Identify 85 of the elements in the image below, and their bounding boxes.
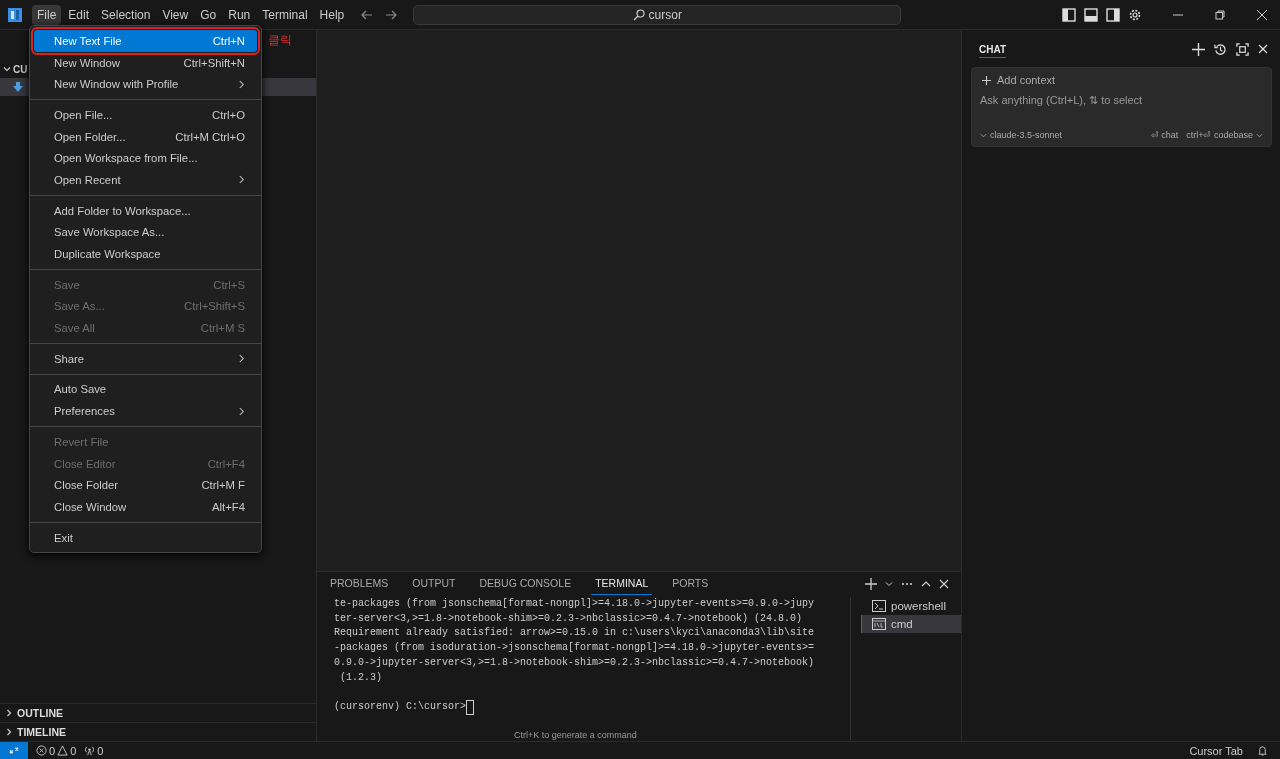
menu-entry[interactable]: Close Folder Ctrl+M F [34, 474, 257, 497]
panel-tab[interactable]: OUTPUT [408, 572, 460, 595]
section-title: TIMELINE [17, 726, 66, 738]
panel-toggle-icon[interactable] [1084, 7, 1098, 22]
terminal-line: Requirement already satisfied: arrow>=0.15.0 in c:\users\kyci\anaconda3\lib\site [334, 626, 816, 641]
restore-icon[interactable] [1214, 8, 1226, 21]
add-context-button[interactable]: Add context [980, 74, 1056, 86]
history-icon[interactable] [1214, 42, 1227, 56]
model-selector[interactable]: claude-3.5-sonnet [980, 130, 1063, 140]
terminal-line: te-packages (from jsonschema[format-nongpl]>=4.18.0->jupyter-events>=0.9.0->jupy [334, 597, 816, 611]
menu-entry[interactable]: Open File... Ctrl+O [34, 104, 257, 126]
collapsed-section[interactable]: OUTLINE [0, 703, 316, 722]
menu-item[interactable]: File [32, 4, 62, 25]
cursor-tab-status[interactable]: Cursor Tab [1189, 744, 1243, 757]
problems-status[interactable]: 0 0 [36, 744, 77, 757]
menu-entry[interactable]: Open Recent [34, 169, 257, 191]
menu-entry[interactable]: Preferences [34, 400, 257, 422]
menu-entry[interactable]: Share [34, 347, 257, 370]
app-logo-icon [8, 7, 22, 22]
panel-tab[interactable]: TERMINAL [591, 572, 653, 595]
plus-icon[interactable] [865, 577, 877, 590]
search-field[interactable]: cursor [413, 4, 902, 25]
terminal-item[interactable]: cmd [861, 615, 961, 633]
remote-button[interactable] [0, 742, 28, 759]
terminal-icon [872, 600, 886, 612]
caret-icon [1256, 131, 1263, 139]
terminal-line: (1.2.3) [339, 670, 383, 685]
panel-tab[interactable]: PROBLEMS [326, 572, 393, 595]
menu-entry[interactable]: New Window Ctrl+Shift+N [34, 51, 257, 74]
terminal-item[interactable]: powershell [861, 597, 961, 615]
menu-entry[interactable]: Open Workspace from File... [34, 147, 257, 170]
broadcast-icon [84, 745, 96, 756]
menu-entry[interactable]: Save Workspace As... [34, 221, 257, 244]
caret-icon[interactable] [885, 579, 893, 588]
chat-input-box[interactable]: Add context Ask anything (Ctrl+L), ⇅ to select claude-3.5-sonnet ⏎ chat ctrl+⏎ codebase [971, 67, 1272, 147]
menu-item[interactable]: Terminal [257, 4, 313, 25]
terminal-line: -packages (from isoduration->jsonschema[format-nongpl]>=4.18.0->jupyter-events>= [334, 641, 816, 656]
panel-tab[interactable]: PORTS [668, 572, 713, 595]
menu-item[interactable]: Run [223, 4, 256, 25]
panel-tab[interactable]: DEBUG CONSOLE [475, 572, 576, 595]
search-icon [632, 8, 645, 21]
maximize-icon[interactable] [1236, 42, 1249, 56]
section-title: OUTLINE [17, 707, 64, 719]
more-icon[interactable] [901, 581, 913, 586]
console-window-icon [872, 618, 886, 630]
settings-icon[interactable] [1128, 7, 1142, 22]
terminal-line: 0.9.0->jupyter-server<3,>=1.8->notebook-shim>=0.2.3->nbclassic>=0.4.7->notebook) [334, 655, 816, 670]
download-arrow-icon [13, 82, 23, 92]
text-cursor [466, 699, 475, 715]
secondary-sidebar-toggle-icon[interactable] [1106, 7, 1120, 22]
menu-item[interactable]: Selection [96, 4, 156, 25]
menu-item[interactable]: Edit [63, 4, 95, 25]
section-title[interactable]: CU [13, 63, 28, 75]
close-icon[interactable] [1258, 44, 1268, 54]
ports-status[interactable]: 0 [84, 744, 104, 757]
menu-entry[interactable]: Duplicate Workspace [34, 243, 257, 265]
sidebar-toggle-icon[interactable] [1062, 7, 1076, 22]
close-icon[interactable] [1256, 8, 1268, 21]
bell-icon[interactable] [1257, 745, 1268, 756]
terminal-line: ter-server<3,>=1.8->notebook-shim>=0.2.3->nbclassic>=0.4.7->notebook) (24.8.0) [334, 611, 804, 626]
plus-icon[interactable] [1192, 42, 1205, 56]
plus-icon [982, 75, 991, 85]
caret-icon [980, 131, 987, 139]
error-icon [36, 745, 47, 756]
warning-icon [57, 745, 69, 756]
menu-entry[interactable]: New Window with Profile [34, 73, 257, 96]
terminal-hint: Ctrl+K to generate a command [514, 729, 637, 740]
menu-entry[interactable]: Close Window Alt+F4 [34, 496, 257, 518]
chat-button[interactable]: ⏎ chat [1150, 130, 1179, 140]
back-arrow-icon[interactable] [361, 8, 374, 21]
terminal-prompt: (cursorenv) C:\cursor> [334, 700, 467, 715]
close-icon[interactable] [939, 578, 949, 589]
annotation-label: 클릭 [268, 32, 292, 50]
menu-entry[interactable]: Open Folder... Ctrl+M Ctrl+O [34, 125, 257, 148]
forward-arrow-icon[interactable] [385, 8, 398, 21]
menu-item[interactable]: Help [314, 4, 350, 25]
menu-item[interactable]: View [157, 4, 194, 25]
remote-icon [8, 745, 20, 756]
menu-entry[interactable]: Add Folder to Workspace... [34, 199, 257, 222]
chat-tab[interactable]: CHAT [979, 40, 1007, 58]
menu-entry[interactable]: Exit [34, 526, 257, 549]
chat-placeholder: Ask anything (Ctrl+L), ⇅ to select [980, 94, 1144, 107]
menu-entry[interactable]: Auto Save [34, 378, 257, 401]
codebase-button[interactable]: ctrl+⏎ codebase [1186, 130, 1263, 140]
menu-item[interactable]: Go [195, 4, 222, 25]
